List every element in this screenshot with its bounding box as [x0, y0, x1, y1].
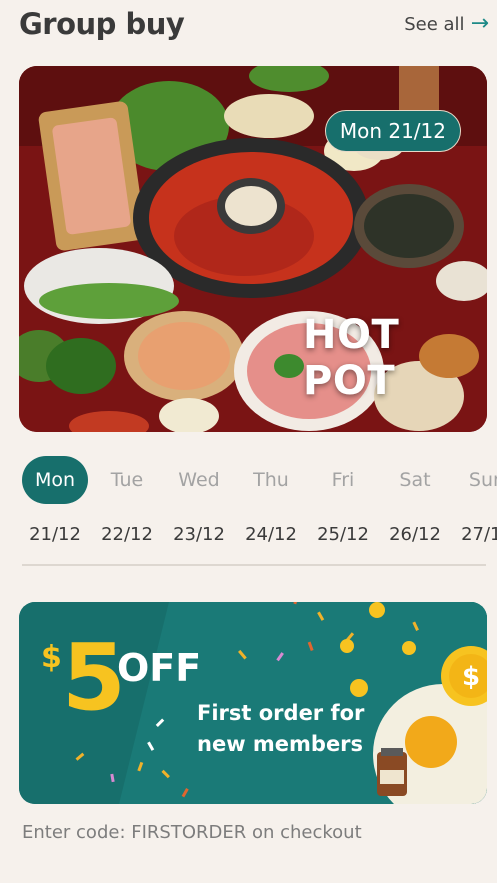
see-all-label: See all — [404, 13, 465, 35]
currency-symbol: $ — [41, 640, 62, 675]
day-date: 23/12 — [173, 524, 225, 545]
off-label: OFF — [117, 646, 202, 690]
see-all-link[interactable]: See all → — [404, 13, 489, 35]
promo-amount: $ 5 — [41, 632, 126, 724]
day-name: Fri — [331, 469, 355, 491]
day-date: 25/12 — [317, 524, 369, 545]
day-tab-sun[interactable]: Sun 27/12 — [451, 456, 497, 556]
promo-code-note: Enter code: FIRSTORDER on checkout — [22, 822, 362, 843]
section-header: Group buy See all → — [19, 4, 489, 44]
day-name: Tue — [110, 469, 144, 491]
day-date: 27/12 — [461, 524, 497, 545]
day-name: Sun — [468, 469, 497, 491]
day-name: Sat — [399, 469, 431, 491]
day-date: 24/12 — [245, 524, 297, 545]
day-date: 22/12 — [101, 524, 153, 545]
day-date: 26/12 — [389, 524, 441, 545]
day-tab-thu[interactable]: Thu 24/12 — [235, 456, 307, 556]
section-title: Group buy — [19, 7, 185, 41]
day-name: Thu — [253, 469, 289, 491]
promo-description: First order for new members — [197, 701, 365, 756]
day-name: Wed — [178, 469, 220, 491]
day-tab-tue[interactable]: Tue 22/12 — [91, 456, 163, 556]
day-tab-fri[interactable]: Fri 25/12 — [307, 456, 379, 556]
day-tab-sat[interactable]: Sat 26/12 — [379, 456, 451, 556]
svg-text:$: $ — [462, 662, 480, 692]
day-selector: Mon 21/12 Tue 22/12 Wed 23/12 Thu 24/12 … — [19, 456, 497, 556]
hotpot-label: HOT POT — [303, 312, 400, 404]
arrow-right-icon: → — [470, 11, 489, 36]
hotpot-card[interactable]: Mon 21/12 HOT POT — [19, 66, 487, 432]
divider — [22, 564, 486, 566]
day-name: Mon — [22, 456, 88, 504]
day-date: 21/12 — [29, 524, 81, 545]
day-tab-wed[interactable]: Wed 23/12 — [163, 456, 235, 556]
promo-banner[interactable]: $ $ 5 OFF First order for new members — [19, 602, 487, 804]
date-badge: Mon 21/12 — [324, 110, 461, 152]
day-tab-mon[interactable]: Mon 21/12 — [19, 456, 91, 556]
